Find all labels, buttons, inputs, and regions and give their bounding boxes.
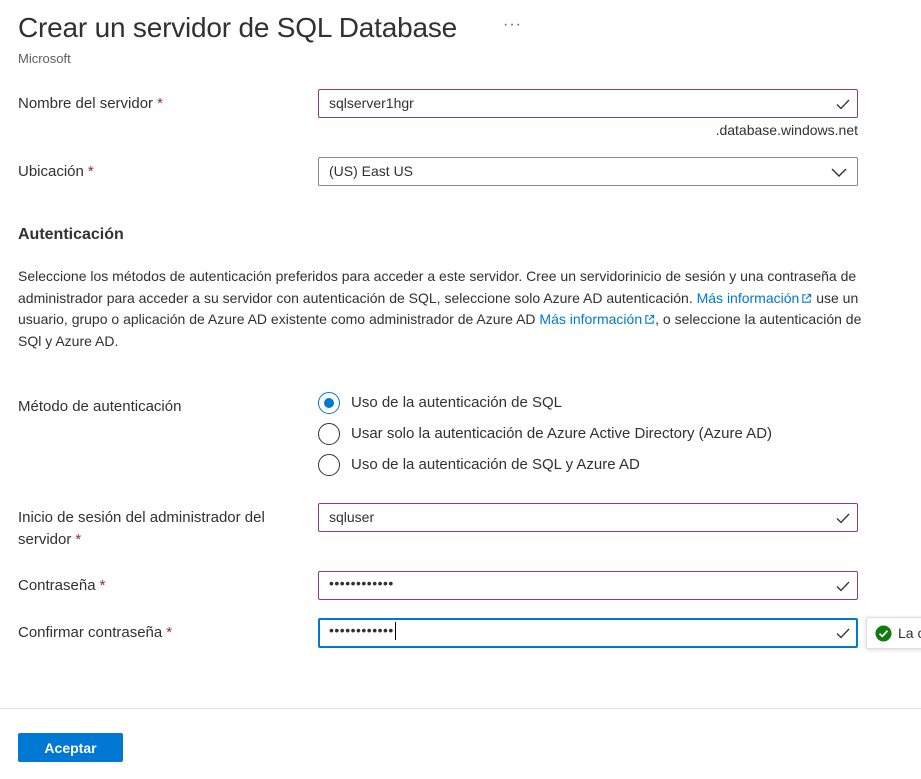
server-name-label: Nombre del servidor * <box>18 95 163 112</box>
server-name-input[interactable]: sqlserver1hgr <box>318 89 858 118</box>
required-marker: * <box>99 577 106 594</box>
more-options-icon[interactable]: ··· <box>503 16 522 34</box>
required-marker: * <box>75 531 82 548</box>
check-icon <box>836 628 850 639</box>
admin-login-value: sqluser <box>329 509 375 525</box>
confirm-password-label: Confirmar contraseña * <box>18 624 173 641</box>
publisher-label: Microsoft <box>18 51 71 66</box>
location-value: (US) East US <box>329 163 414 179</box>
authentication-heading: Autenticación <box>18 226 124 243</box>
chevron-down-icon <box>831 168 847 177</box>
server-domain-suffix: .database.windows.net <box>715 122 858 138</box>
radio-button[interactable] <box>318 423 340 445</box>
admin-login-label: Inicio de sesión del administrador del s… <box>18 509 265 548</box>
accept-button[interactable]: Aceptar <box>18 733 123 762</box>
validation-tooltip-text: La c <box>898 625 921 641</box>
page-title: Crear un servidor de SQL Database <box>18 12 458 43</box>
radio-label: Uso de la autenticación de SQL y Azure A… <box>351 456 640 473</box>
success-check-icon <box>875 625 892 642</box>
radio-button[interactable] <box>318 454 340 476</box>
check-icon <box>836 513 850 524</box>
required-marker: * <box>87 163 94 180</box>
required-marker: * <box>166 624 173 641</box>
admin-login-input[interactable]: sqluser <box>318 503 858 532</box>
location-select[interactable]: (US) East US <box>318 157 858 186</box>
learn-more-link-1[interactable]: Más información <box>697 290 813 306</box>
password-masked-value: •••••••••••• <box>329 575 394 591</box>
password-input[interactable]: •••••••••••• <box>318 571 858 600</box>
confirm-password-masked-value: •••••••••••• <box>329 622 396 641</box>
check-icon <box>836 581 850 592</box>
required-marker: * <box>157 95 163 112</box>
external-link-icon <box>802 293 812 303</box>
validation-tooltip: La c <box>866 617 921 649</box>
check-icon <box>836 99 850 110</box>
authentication-description: Seleccione los métodos de autenticación … <box>18 268 862 349</box>
external-link-icon <box>645 314 655 324</box>
radio-label: Uso de la autenticación de SQL <box>351 394 562 411</box>
auth-method-label: Método de autenticación <box>18 398 182 415</box>
radio-button-selected[interactable] <box>318 392 340 414</box>
learn-more-link-2[interactable]: Más información <box>539 311 655 327</box>
server-name-value: sqlserver1hgr <box>329 95 414 111</box>
text-caret <box>394 622 396 641</box>
location-label: Ubicación * <box>18 163 94 180</box>
radio-label: Usar solo la autenticación de Azure Acti… <box>351 425 773 442</box>
footer-divider <box>0 708 921 709</box>
confirm-password-input[interactable]: •••••••••••• <box>318 618 858 648</box>
password-label: Contraseña * <box>18 577 106 594</box>
